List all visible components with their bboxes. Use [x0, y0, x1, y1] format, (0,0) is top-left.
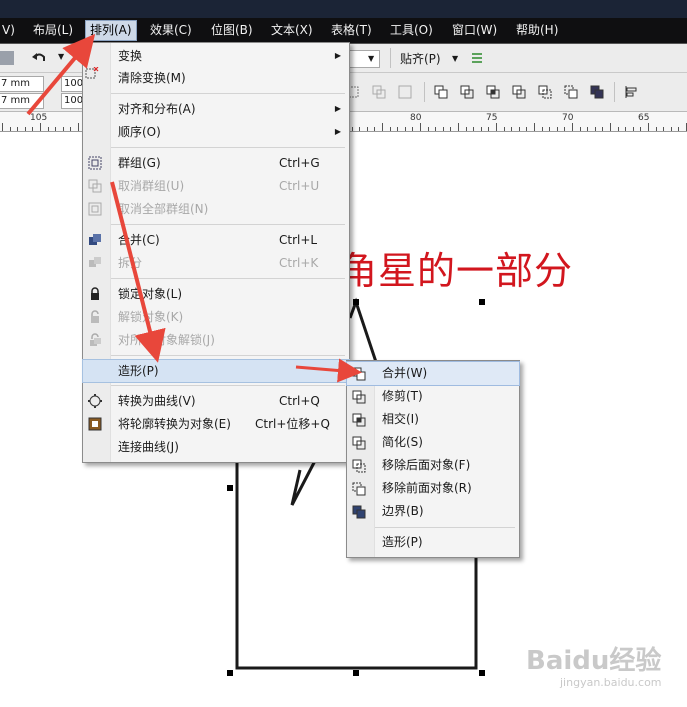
- menu-item-label: 连接曲线(J): [118, 440, 179, 454]
- menu-item-shortcut: Ctrl+G: [279, 156, 320, 170]
- menu-item-shaping[interactable]: 造形(P): [82, 359, 350, 383]
- menu-separator: [375, 527, 515, 528]
- menu-item-order[interactable]: 顺序(O) ▶: [83, 121, 349, 143]
- menu-item-label: 合并(C): [118, 233, 160, 247]
- selection-handle[interactable]: [479, 670, 485, 676]
- submenu-arrow-icon: ▶: [334, 127, 341, 136]
- menu-item-label: 转换为曲线(V): [118, 394, 196, 408]
- menu-item-label: 清除变换(M): [118, 71, 186, 85]
- convert-to-curves-icon: [88, 394, 102, 408]
- menu-item-ungroup-all[interactable]: 取消全部群组(N): [83, 198, 349, 220]
- menu-item-align-distribute[interactable]: 对齐和分布(A) ▶: [83, 98, 349, 120]
- submenu-item-label: 相交(I): [382, 412, 419, 426]
- menu-item-shortcut: Ctrl+K: [279, 256, 319, 270]
- menu-item-break-apart[interactable]: 拆分 Ctrl+K: [83, 252, 349, 274]
- submenu-item-label: 移除后面对象(F): [382, 458, 471, 472]
- ungroup-icon: [88, 179, 102, 193]
- menu-item-label: 拆分: [118, 256, 143, 270]
- submenu-item-back-minus-front[interactable]: 移除后面对象(F): [347, 454, 519, 477]
- break-apart-icon: [89, 257, 101, 267]
- submenu-item-intersect[interactable]: 相交(I): [347, 408, 519, 431]
- menu-item-label: 对所有对象解锁(J): [118, 333, 215, 347]
- unlock-icon: [91, 310, 99, 323]
- menu-separator: [111, 278, 345, 279]
- menu-item-label: 将轮廓转换为对象(E): [118, 417, 231, 431]
- submenu-item-front-minus-back[interactable]: 移除前面对象(R): [347, 477, 519, 500]
- menu-separator: [111, 93, 345, 94]
- menu-item-shortcut: Ctrl+位移+Q: [255, 417, 330, 431]
- menu-item-label: 造形(P): [118, 364, 159, 378]
- baidu-watermark-url: jingyan.baidu.com: [560, 676, 662, 689]
- selection-handle[interactable]: [479, 299, 485, 305]
- back-minus-front-icon: [352, 459, 366, 473]
- menu-item-lock-object[interactable]: 锁定对象(L): [83, 283, 349, 305]
- intersect-icon: [352, 413, 366, 427]
- menu-item-unlock-all[interactable]: 对所有对象解锁(J): [83, 329, 349, 351]
- menu-item-unlock-object[interactable]: 解锁对象(K): [83, 306, 349, 328]
- submenu-item-boundary[interactable]: 边界(B): [347, 500, 519, 523]
- lock-icon: [91, 287, 99, 300]
- submenu-item-label: 简化(S): [382, 435, 423, 449]
- selection-handle[interactable]: [227, 485, 233, 491]
- menu-item-label: 解锁对象(K): [118, 310, 184, 324]
- menu-item-join-curves[interactable]: 连接曲线(J): [83, 436, 349, 458]
- boundary-icon: [352, 505, 366, 519]
- submenu-item-label: 造形(P): [382, 535, 423, 549]
- front-minus-back-icon: [352, 482, 366, 496]
- submenu-item-label: 合并(W): [382, 366, 428, 380]
- menu-separator: [111, 224, 345, 225]
- outline-to-object-icon: [88, 417, 102, 431]
- submenu-arrow-icon: ▶: [334, 104, 341, 113]
- submenu-item-label: 移除前面对象(R): [382, 481, 472, 495]
- trim-icon: [352, 390, 366, 404]
- menu-item-label: 顺序(O): [118, 125, 161, 139]
- submenu-item-trim[interactable]: 修剪(T): [347, 385, 519, 408]
- selection-handle[interactable]: [353, 670, 359, 676]
- menu-item-combine[interactable]: 合并(C) Ctrl+L: [83, 229, 349, 251]
- submenu-arrow-icon: ▶: [334, 51, 341, 60]
- menu-item-label: 取消全部群组(N): [118, 202, 209, 216]
- menu-item-shortcut: Ctrl+Q: [279, 394, 320, 408]
- submenu-item-shaping-docker[interactable]: 造形(P): [347, 531, 519, 554]
- baidu-watermark: Baidu经验: [526, 646, 662, 676]
- clear-transform-icon: [85, 67, 99, 79]
- selection-handle[interactable]: [353, 299, 359, 305]
- menu-separator: [111, 385, 345, 386]
- menu-separator: [111, 147, 345, 148]
- submenu-item-label: 边界(B): [382, 504, 424, 518]
- arrange-menu: 变换 ▶ 清除变换(M) 对齐和分布(A) ▶ 顺序(O) ▶ 群组(G) Ct…: [82, 42, 350, 463]
- menu-item-convert-to-curves[interactable]: 转换为曲线(V) Ctrl+Q: [83, 390, 349, 412]
- menu-item-ungroup[interactable]: 取消群组(U) Ctrl+U: [83, 175, 349, 197]
- shaping-submenu: 合并(W) 修剪(T) 相交(I) 简化(S) 移除后面对象(F) 移除前面对象…: [346, 360, 520, 558]
- unlock-all-icon: [90, 333, 101, 346]
- ungroup-all-icon: [88, 202, 102, 216]
- menu-item-clear-transform[interactable]: 清除变换(M): [83, 67, 349, 89]
- menu-item-outline-to-object[interactable]: 将轮廓转换为对象(E) Ctrl+位移+Q: [83, 413, 349, 435]
- selection-handle[interactable]: [227, 670, 233, 676]
- group-icon: [88, 156, 102, 170]
- menu-item-transform[interactable]: 变换 ▶: [83, 45, 349, 67]
- combine-icon: [89, 234, 101, 245]
- menu-item-group[interactable]: 群组(G) Ctrl+G: [83, 152, 349, 174]
- menu-item-label: 对齐和分布(A): [118, 102, 196, 116]
- menu-separator: [111, 355, 345, 356]
- weld-icon: [352, 367, 366, 381]
- menu-item-label: 取消群组(U): [118, 179, 185, 193]
- submenu-item-label: 修剪(T): [382, 389, 423, 403]
- menu-item-shortcut: Ctrl+U: [279, 179, 320, 193]
- submenu-item-weld[interactable]: 合并(W): [346, 361, 520, 386]
- menu-item-shortcut: Ctrl+L: [279, 233, 318, 247]
- simplify-icon: [352, 436, 366, 450]
- menu-item-label: 锁定对象(L): [118, 287, 183, 301]
- menu-item-label: 变换: [118, 49, 143, 63]
- submenu-item-simplify[interactable]: 简化(S): [347, 431, 519, 454]
- menu-item-label: 群组(G): [118, 156, 161, 170]
